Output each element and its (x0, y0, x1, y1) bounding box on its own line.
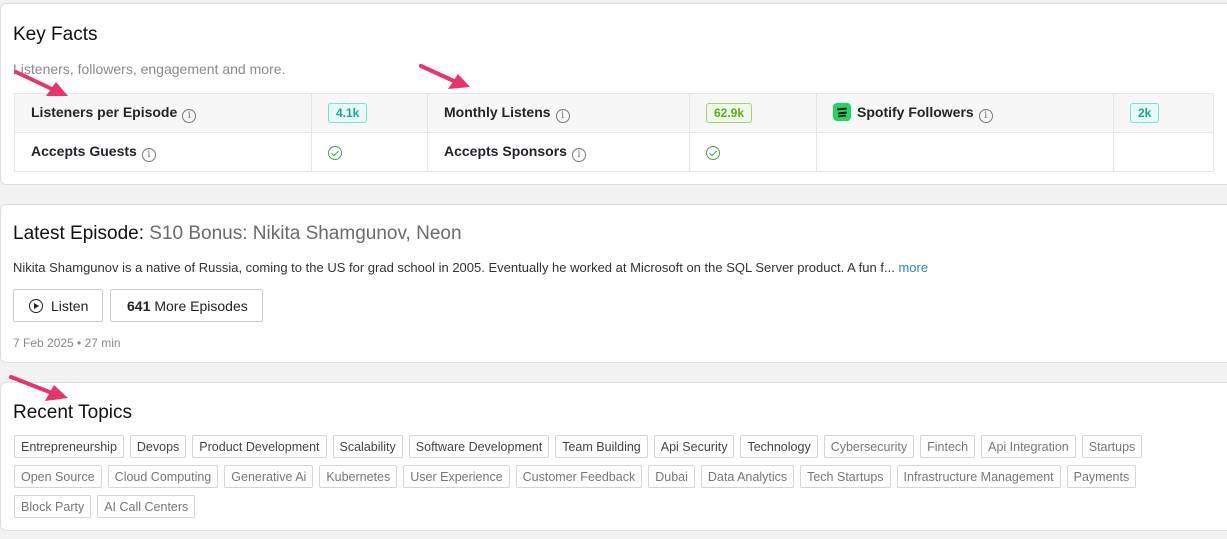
listeners-badge: 4.1k (328, 103, 368, 123)
topic-chip[interactable]: Product Development (192, 435, 327, 458)
fact-value-listeners: 4.1k (311, 93, 428, 133)
info-icon[interactable]: i (571, 147, 586, 162)
topic-chip[interactable]: Devops (129, 435, 187, 458)
fact-value-spotify-followers: 2k (1113, 93, 1214, 133)
monthly-listens-badge: 62.9k (706, 103, 753, 123)
spotify-icon (833, 103, 851, 121)
facts-row: Listeners per Episode i 4.1k Monthly List… (14, 93, 1214, 133)
play-circle-icon (29, 298, 43, 313)
topic-chip[interactable]: Fintech (920, 435, 976, 458)
topic-chip[interactable]: Payments (1066, 465, 1137, 488)
topic-chip[interactable]: Api Integration (981, 435, 1076, 458)
latest-episode-heading: Latest Episode: (13, 223, 144, 244)
episode-name[interactable]: S10 Bonus: Nikita Shamgunov, Neon (149, 223, 461, 244)
fact-value-accepts-sponsors (689, 132, 817, 172)
topic-chip[interactable]: Tech Startups (800, 465, 891, 488)
empty-cell (1113, 132, 1214, 172)
topic-chip[interactable]: Dubai (648, 465, 695, 488)
topic-chip[interactable]: Technology (740, 435, 818, 458)
latest-episode-title: Latest Episode: S10 Bonus: Nikita Shamgu… (13, 223, 462, 245)
recent-topics-title: Recent Topics (13, 402, 132, 423)
info-icon[interactable]: i (182, 108, 197, 123)
fact-label-accepts-sponsors: Accepts Sponsors i (427, 132, 690, 172)
annotation-arrow (14, 70, 68, 96)
fact-value-accepts-guests (311, 132, 428, 172)
more-episodes-button[interactable]: 641 More Episodes (110, 289, 263, 322)
topic-chip[interactable]: Scalability (332, 435, 403, 458)
topic-chip[interactable]: Data Analytics (700, 465, 795, 488)
topic-chip[interactable]: Api Security (653, 435, 735, 458)
topic-chips: Entrepreneurship Devops Product Developmen… (14, 435, 1214, 518)
topic-chip[interactable]: Team Building (555, 435, 648, 458)
topic-chip[interactable]: Entrepreneurship (14, 435, 124, 458)
key-facts-table: Listeners per Episode i 4.1k Monthly List… (14, 93, 1214, 172)
facts-row: Accepts Guests i Accepts Sponsors i (14, 132, 1214, 172)
info-icon[interactable]: i (555, 108, 570, 123)
key-facts-card: Key Facts Listeners, followers, engageme… (0, 3, 1227, 185)
fact-label-spotify-followers: Spotify Followers i (816, 93, 1114, 133)
empty-cell (816, 132, 1114, 172)
latest-episode-card: Latest Episode: S10 Bonus: Nikita Shamgu… (0, 204, 1227, 363)
info-icon[interactable]: i (141, 147, 156, 162)
info-icon[interactable]: i (978, 109, 993, 123)
fact-label-monthly-listens: Monthly Listens i (427, 93, 690, 133)
topic-chip[interactable]: Generative Ai (224, 465, 314, 488)
listen-button[interactable]: Listen (13, 289, 103, 322)
topic-chip[interactable]: Software Development (408, 435, 550, 458)
recent-topics-card: Recent Topics Entrepreneurship Devops Prod… (0, 382, 1227, 531)
spotify-followers-badge: 2k (1130, 103, 1160, 123)
check-circle-icon (706, 146, 720, 161)
topic-chip[interactable]: Open Source (14, 465, 102, 488)
key-facts-title: Key Facts (13, 24, 98, 45)
fact-label-accepts-guests: Accepts Guests i (14, 132, 312, 172)
annotation-arrow (9, 375, 68, 401)
topic-chip[interactable]: Cybersecurity (823, 435, 915, 458)
episode-description: Nikita Shamgunov is a native of Russia, … (13, 260, 929, 275)
topic-chip[interactable]: Kubernetes (319, 465, 398, 488)
check-circle-icon (328, 146, 342, 161)
topic-chip[interactable]: Block Party (14, 495, 92, 518)
annotation-arrow (419, 64, 470, 89)
topic-chip[interactable]: Customer Feedback (515, 465, 643, 488)
episode-meta: 7 Feb 2025 • 27 min (13, 336, 121, 350)
topic-chip[interactable]: Infrastructure Management (896, 465, 1061, 488)
topic-chip[interactable]: AI Call Centers (97, 495, 196, 518)
topic-chip[interactable]: Startups (1081, 435, 1143, 458)
topic-chip[interactable]: Cloud Computing (107, 465, 219, 488)
fact-value-monthly-listens: 62.9k (689, 93, 817, 133)
episode-count: 641 (127, 297, 151, 314)
more-link[interactable]: more (898, 260, 928, 275)
topic-chip[interactable]: User Experience (403, 465, 510, 488)
